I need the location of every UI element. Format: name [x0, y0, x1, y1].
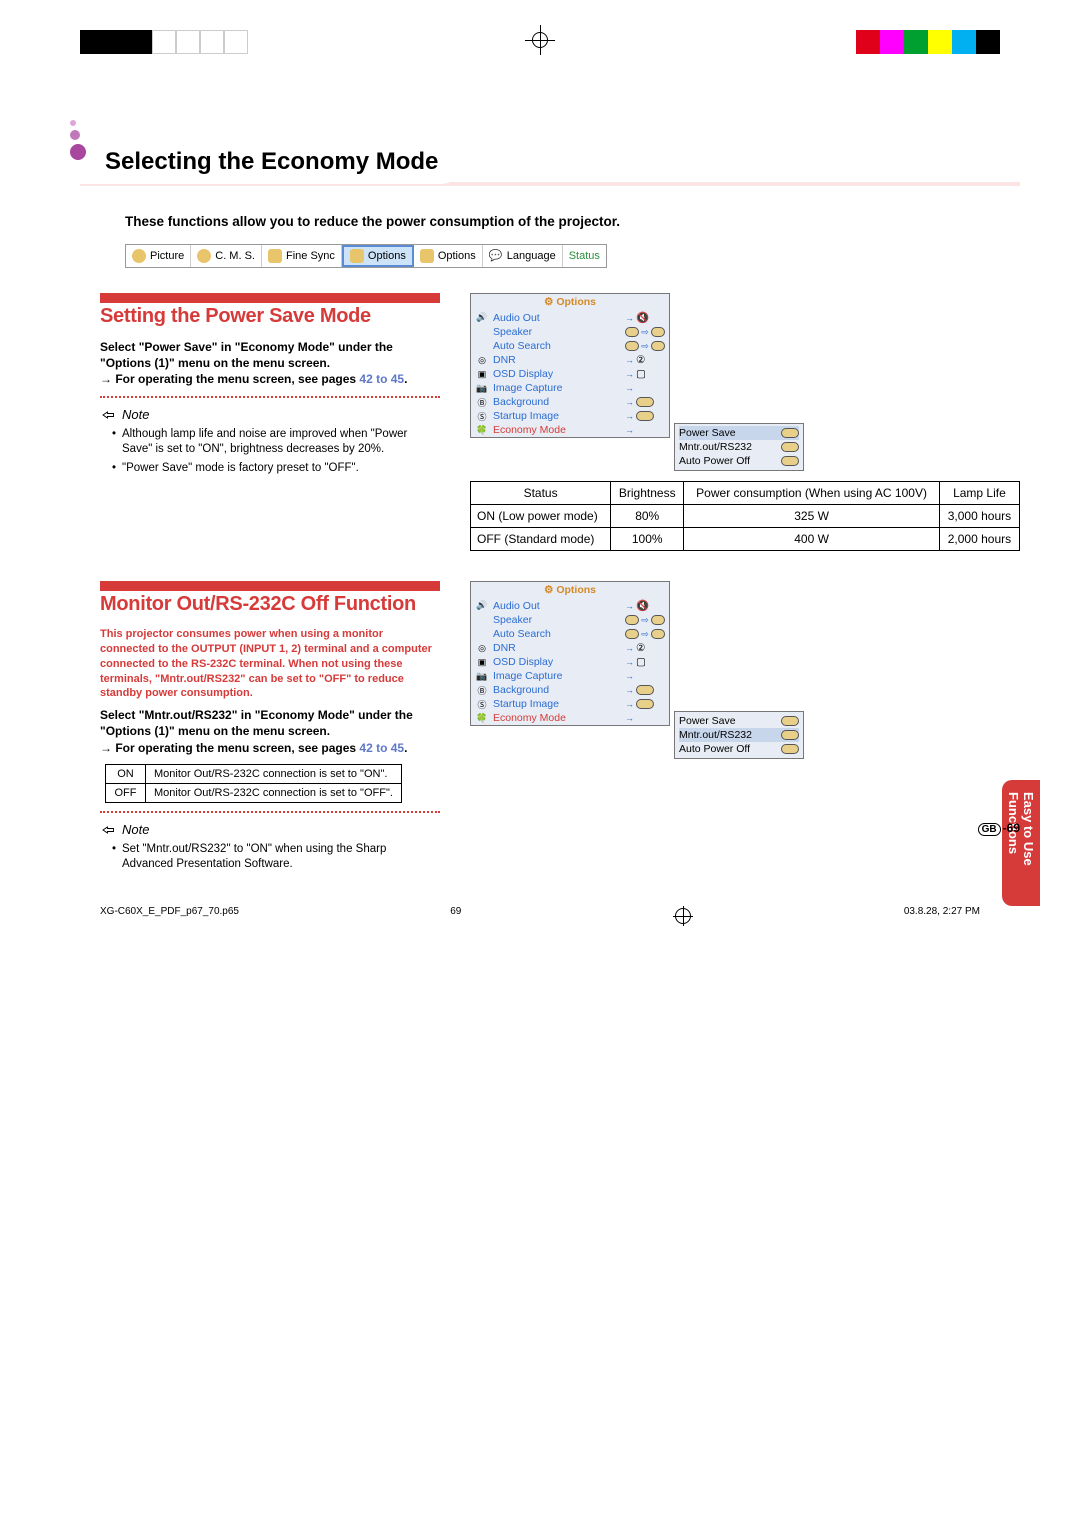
section-side-tab: Easy to Use Functions [1002, 780, 1040, 906]
tab-options-2: Options [414, 245, 483, 267]
page-title-block: Selecting the Economy Mode [80, 140, 1020, 184]
tab-finesync: Fine Sync [262, 245, 342, 267]
tab-options-1: Options [342, 245, 414, 267]
startup-image-icon: Ⓢ [475, 410, 489, 422]
image-capture-icon: 📷 [475, 382, 489, 394]
dnr-icon: ◎ [475, 354, 489, 366]
audio-out-icon: 🔊 [475, 312, 489, 324]
osd-options-panel: ⚙ Options 🔊Audio Out→🔇 Speaker ⇨ Auto Se… [470, 293, 670, 438]
section-2-header: Monitor Out/RS-232C Off Function [100, 581, 440, 615]
pointing-hand-icon [100, 406, 118, 424]
tab-status: Status [563, 245, 606, 267]
dotted-rule-2 [100, 811, 440, 813]
power-save-table: Status Brightness Power consumption (Whe… [470, 481, 1020, 551]
section-1-instruction: Select "Power Save" in "Economy Mode" un… [100, 339, 440, 371]
section-1-notes: Although lamp life and noise are improve… [112, 427, 440, 477]
footer-page: 69 [450, 906, 461, 926]
section-2-crossref: → For operating the menu screen, see pag… [100, 740, 440, 756]
intro-text: These functions allow you to reduce the … [125, 214, 1020, 229]
tab-language: 💬Language [483, 245, 563, 267]
footer-timestamp: 03.8.28, 2:27 PM [904, 906, 980, 926]
osd-screenshot-1: ⚙ Options 🔊Audio Out→🔇 Speaker ⇨ Auto Se… [470, 293, 1020, 471]
osd-screenshot-2: ⚙ Options 🔊Audio Out→🔇 Speaker ⇨ Auto Se… [470, 581, 1020, 759]
osd-display-icon: ▣ [475, 368, 489, 380]
economy-submenu-1: Power Save Mntr.out/RS232 Auto Power Off [674, 423, 804, 471]
decorative-dots [70, 120, 86, 164]
tab-cms: C. M. S. [191, 245, 262, 267]
footer-filename: XG-C60X_E_PDF_p67_70.p65 [100, 906, 239, 926]
osd-options-panel-2: ⚙ Options 🔊Audio Out→🔇 Speaker ⇨ Auto Se… [470, 581, 670, 726]
note-heading: Note [100, 406, 440, 424]
section-1-header: Setting the Power Save Mode [100, 293, 440, 327]
note-heading-2: Note [100, 821, 440, 839]
economy-mode-icon: 🍀 [475, 424, 489, 436]
tab-picture: Picture [126, 245, 191, 267]
page-number: GB-69 [978, 821, 1020, 836]
section-2-warning: This projector consumes power when using… [100, 627, 440, 701]
section-1-crossref: → For operating the menu screen, see pag… [100, 371, 440, 387]
print-footer: XG-C60X_E_PDF_p67_70.p65 69 03.8.28, 2:2… [0, 906, 1080, 946]
economy-submenu-2: Power Save Mntr.out/RS232 Auto Power Off [674, 711, 804, 759]
page-title: Selecting the Economy Mode [105, 148, 438, 175]
background-icon: Ⓑ [475, 396, 489, 408]
pointing-hand-icon [100, 821, 118, 839]
section-2-notes: Set "Mntr.out/RS232" to "ON" when using … [112, 842, 440, 873]
rs232-table: ONMonitor Out/RS-232C connection is set … [105, 764, 402, 803]
section-2-instruction: Select "Mntr.out/RS232" in "Economy Mode… [100, 707, 440, 739]
dotted-rule [100, 396, 440, 398]
menu-tabs: Picture C. M. S. Fine Sync Options Optio… [125, 244, 607, 268]
